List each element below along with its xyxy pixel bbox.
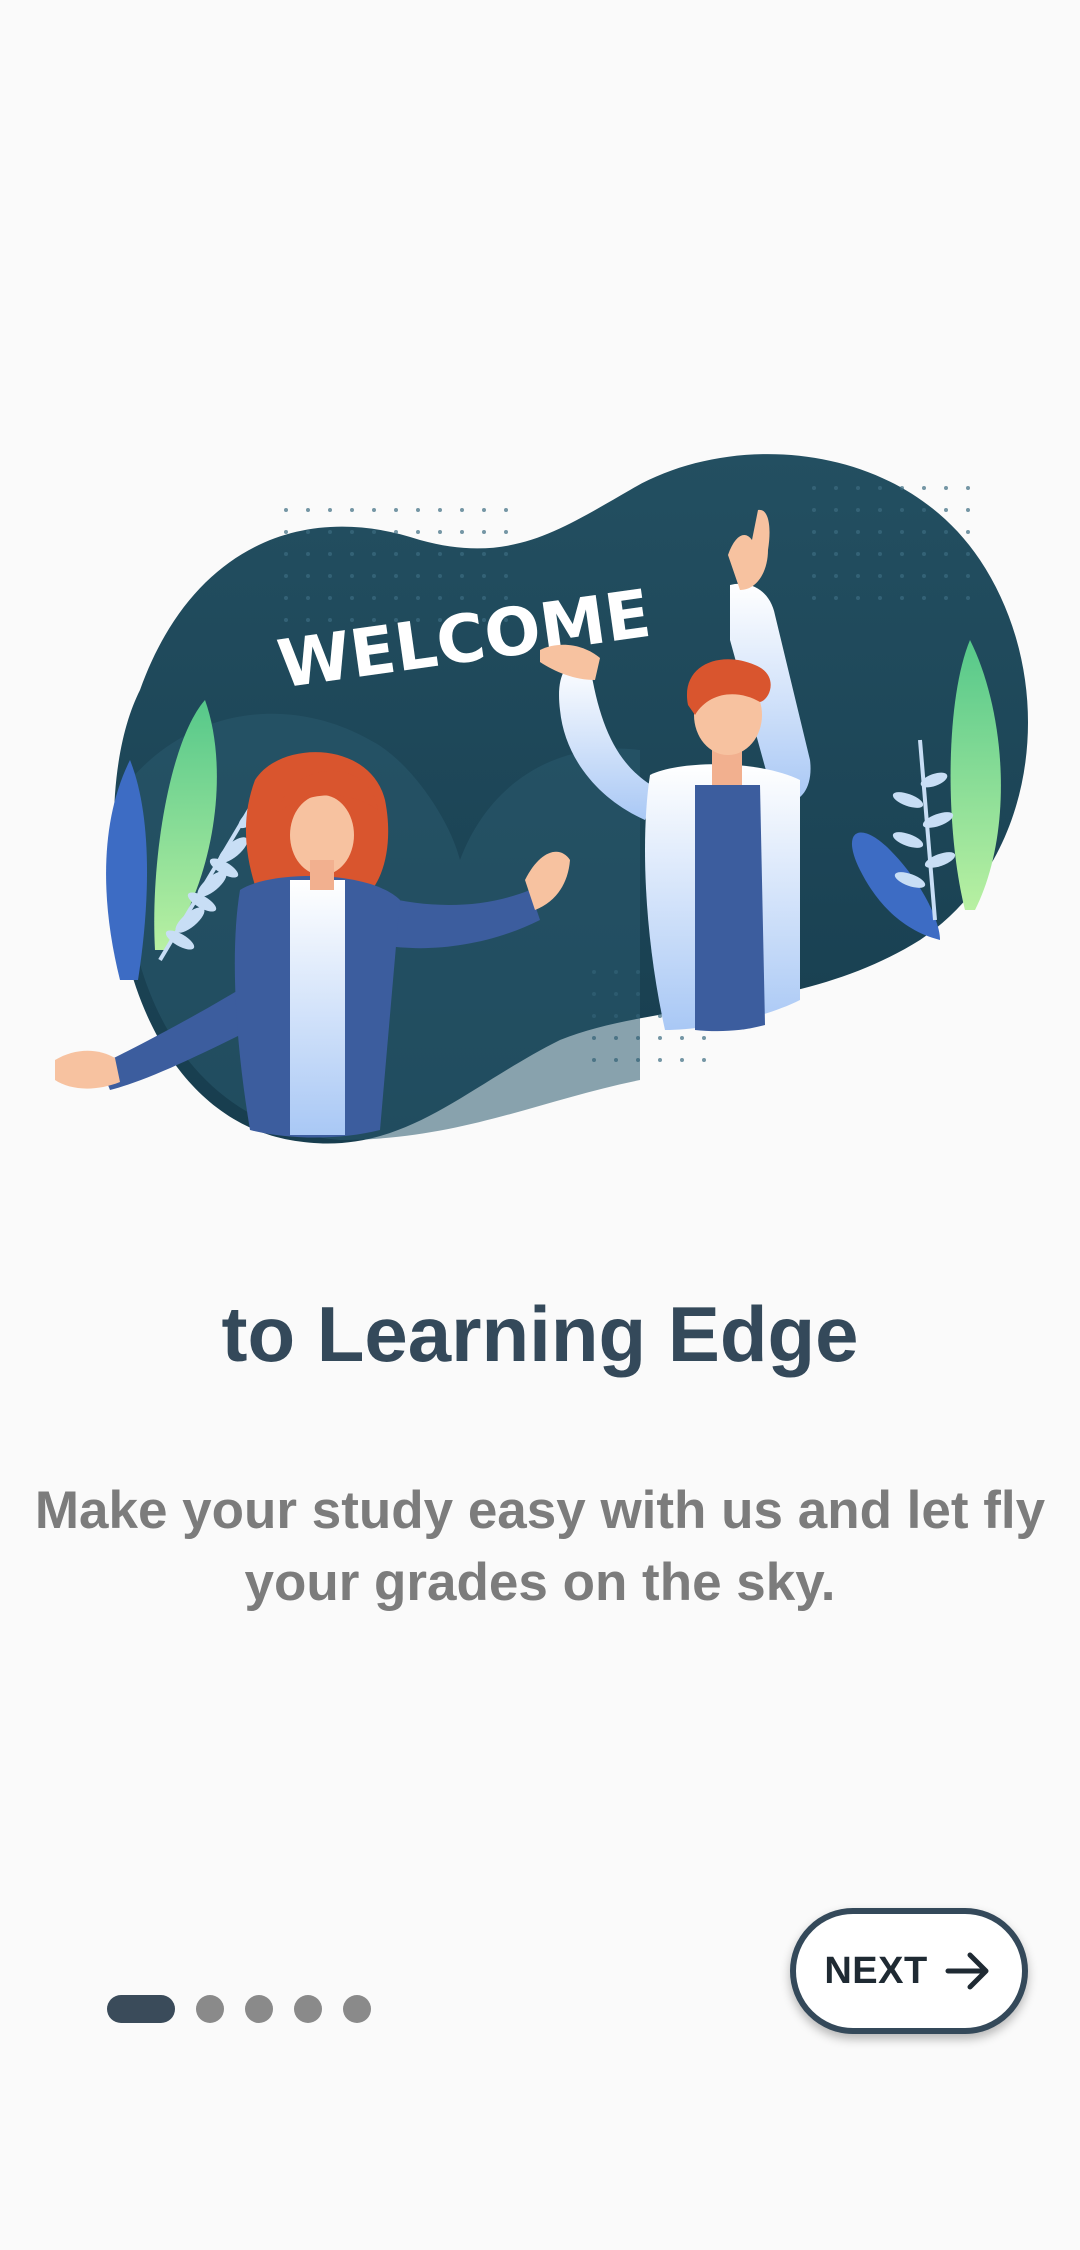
onboarding-title: to Learning Edge [221,1290,859,1378]
next-button-label: NEXT [824,1949,928,1992]
page-dot-4 [294,1995,322,2023]
page-indicator [107,1995,392,2023]
welcome-illustration-graphic: WELCOME [55,454,1028,1144]
welcome-illustration: WELCOME [40,440,1050,1160]
onboarding-subtitle: Make your study easy with us and let fly… [34,1481,1046,1612]
next-button[interactable]: NEXT [790,1908,1028,2034]
page-dot-2 [196,1995,224,2023]
arrow-right-icon [945,1952,989,1990]
page-dot-3 [245,1995,273,2023]
page-dot-5 [343,1995,371,2023]
page-dot-1-active [107,1995,175,2023]
